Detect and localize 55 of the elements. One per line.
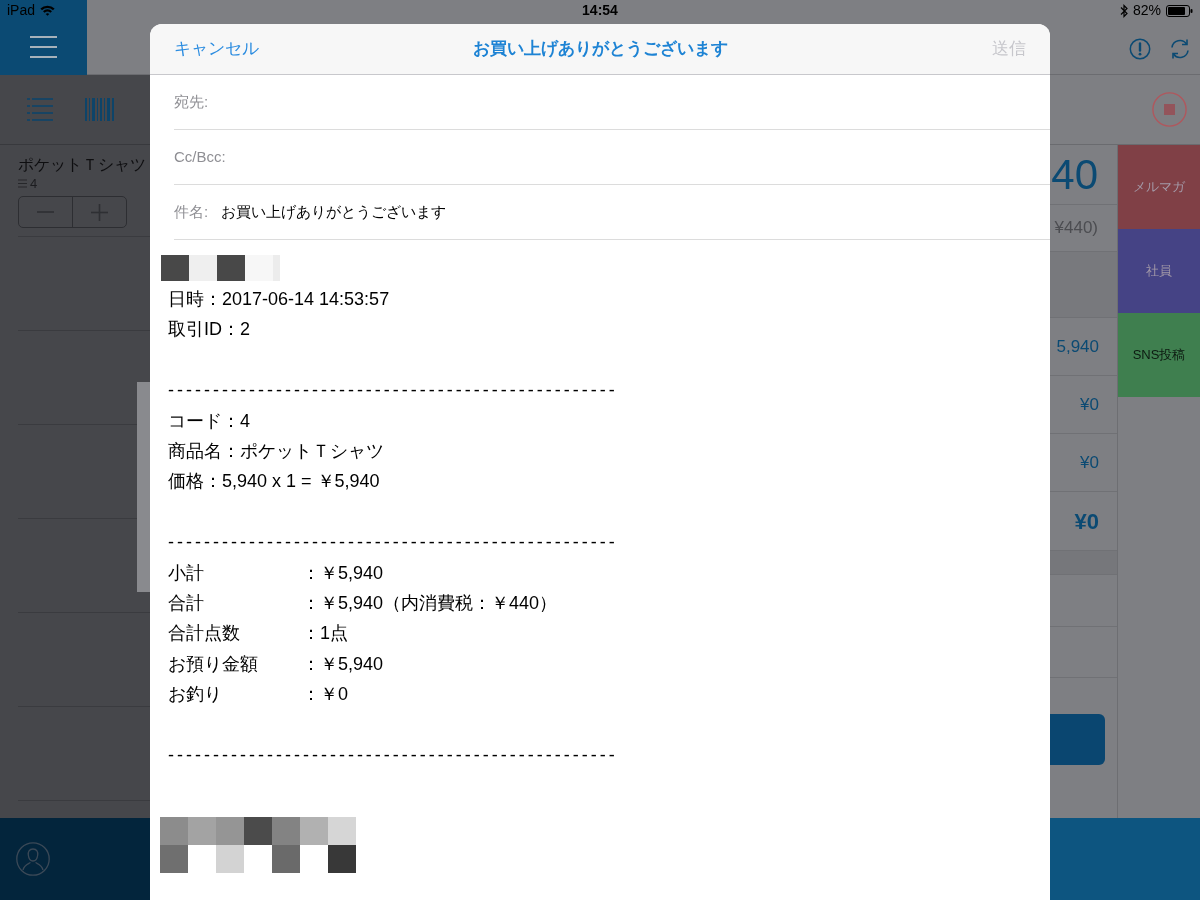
device-name: iPad — [7, 1, 36, 20]
list-icon — [27, 98, 53, 121]
receipt-value: ：￥0 — [302, 683, 348, 707]
menu-button[interactable] — [0, 0, 87, 75]
tag-button[interactable]: SNS投稿 — [1118, 313, 1200, 397]
receipt-line: 価格：5,940 x 1 = ￥5,940 — [168, 471, 380, 492]
battery-icon — [1166, 4, 1193, 17]
receipt-label: 合計 — [168, 592, 205, 616]
tag-button[interactable]: メルマガ — [1118, 145, 1200, 229]
total-amount: 40 — [1051, 153, 1098, 196]
alert-button[interactable] — [1129, 38, 1151, 60]
stop-button[interactable] — [1152, 92, 1187, 127]
sheet-title: お買い上げありがとうございます — [472, 38, 728, 61]
tag-button[interactable]: 社員 — [1118, 229, 1200, 313]
receipt-line: 取引ID：2 — [168, 319, 250, 340]
amount-value: ¥0 — [1080, 393, 1099, 416]
plus-icon — [91, 203, 108, 221]
cancel-button[interactable]: キャンセル — [174, 36, 259, 62]
refresh-button[interactable] — [1169, 38, 1191, 60]
stop-icon — [1152, 92, 1187, 127]
barcode-icon — [85, 98, 114, 121]
receipt-line: コード：4 — [168, 410, 250, 431]
receipt-line: 商品名：ポケットＴシャツ — [168, 441, 384, 461]
dashed-rule: -------------------------------------------------- — [168, 532, 618, 553]
field-label: 件名: — [174, 201, 209, 222]
action-button[interactable] — [1050, 714, 1105, 765]
barcode-button[interactable] — [85, 98, 114, 121]
receipt-value: ：1点 — [302, 622, 348, 646]
product-name: ポケットＴシャツ — [18, 155, 146, 175]
receipt-label: お預り金額 — [168, 652, 259, 676]
change-amount: ¥0 — [1074, 507, 1099, 536]
clock-time: 14:54 — [582, 1, 618, 20]
dashed-rule: -------------------------------------------------- — [168, 380, 618, 401]
receipt-value: ：￥5,940 — [302, 561, 384, 585]
amount-value: ¥0 — [1080, 451, 1099, 474]
field-label: 宛先: — [174, 91, 209, 112]
alert-icon — [1129, 38, 1151, 60]
battery-percent: 82% — [1132, 1, 1161, 20]
receipt-label: お釣り — [168, 683, 223, 707]
menu-icon — [30, 36, 57, 58]
wifi-icon — [40, 5, 56, 16]
receipt-label: 合計点数 — [168, 622, 241, 646]
user-icon[interactable] — [16, 842, 50, 876]
dashed-rule: -------------------------------------------------- — [168, 745, 618, 766]
field-label: Cc/Bcc: — [174, 146, 226, 167]
receipt-value: ：￥5,940 — [302, 652, 384, 676]
list-view-button[interactable] — [27, 98, 53, 121]
list-icon — [18, 179, 27, 188]
amount-value: 5,940 — [1056, 335, 1099, 358]
receipt-label: 小計 — [168, 561, 205, 585]
receipt-line: 日時：2017-06-14 14:53:57 — [168, 289, 390, 309]
input-field[interactable]: お買い上げありがとうございます — [221, 185, 1050, 239]
receipt-value: ：￥5,940（内消費税：￥440） — [302, 592, 558, 616]
bluetooth-icon — [1119, 3, 1128, 18]
refresh-icon — [1169, 38, 1191, 60]
